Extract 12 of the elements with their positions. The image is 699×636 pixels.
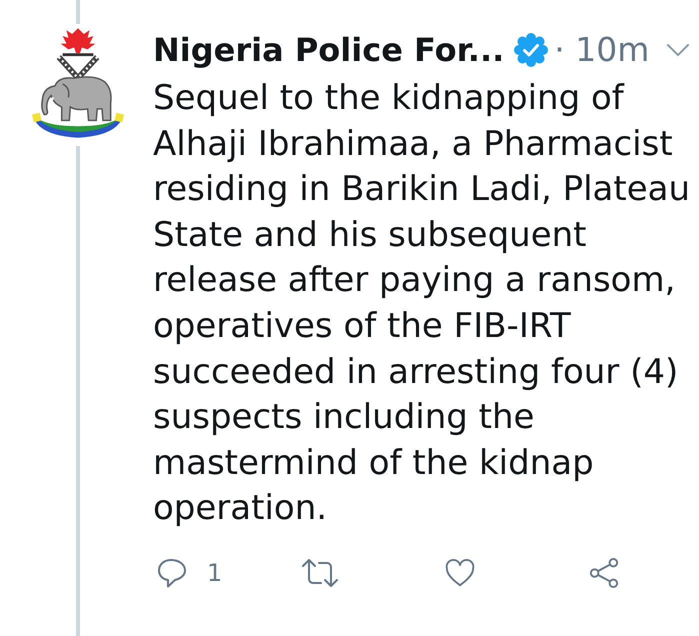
share-button[interactable]	[589, 558, 619, 588]
heart-icon	[445, 558, 475, 588]
tweet-text: Sequel to the kidnapping of Alhaji Ibrahimaa, a Pharmacist residing in Barikin Ladi, Plateau State and his subsequent release after paying a ransom, operatives of the FIB-IRT succeeded in arresting four (4) suspects including the mastermind of the kidnap operation.	[153, 77, 691, 530]
retweet-button[interactable]	[301, 558, 339, 588]
reply-button[interactable]: 1	[157, 558, 222, 588]
like-button[interactable]	[445, 558, 475, 588]
chevron-down-icon[interactable]	[666, 43, 690, 57]
speech-bubble-icon	[157, 558, 187, 588]
author-name[interactable]: Nigeria Police For...	[153, 30, 504, 70]
retweet-icon	[301, 558, 339, 588]
share-icon	[589, 558, 619, 588]
tweet-time[interactable]: · 10m	[554, 30, 650, 70]
